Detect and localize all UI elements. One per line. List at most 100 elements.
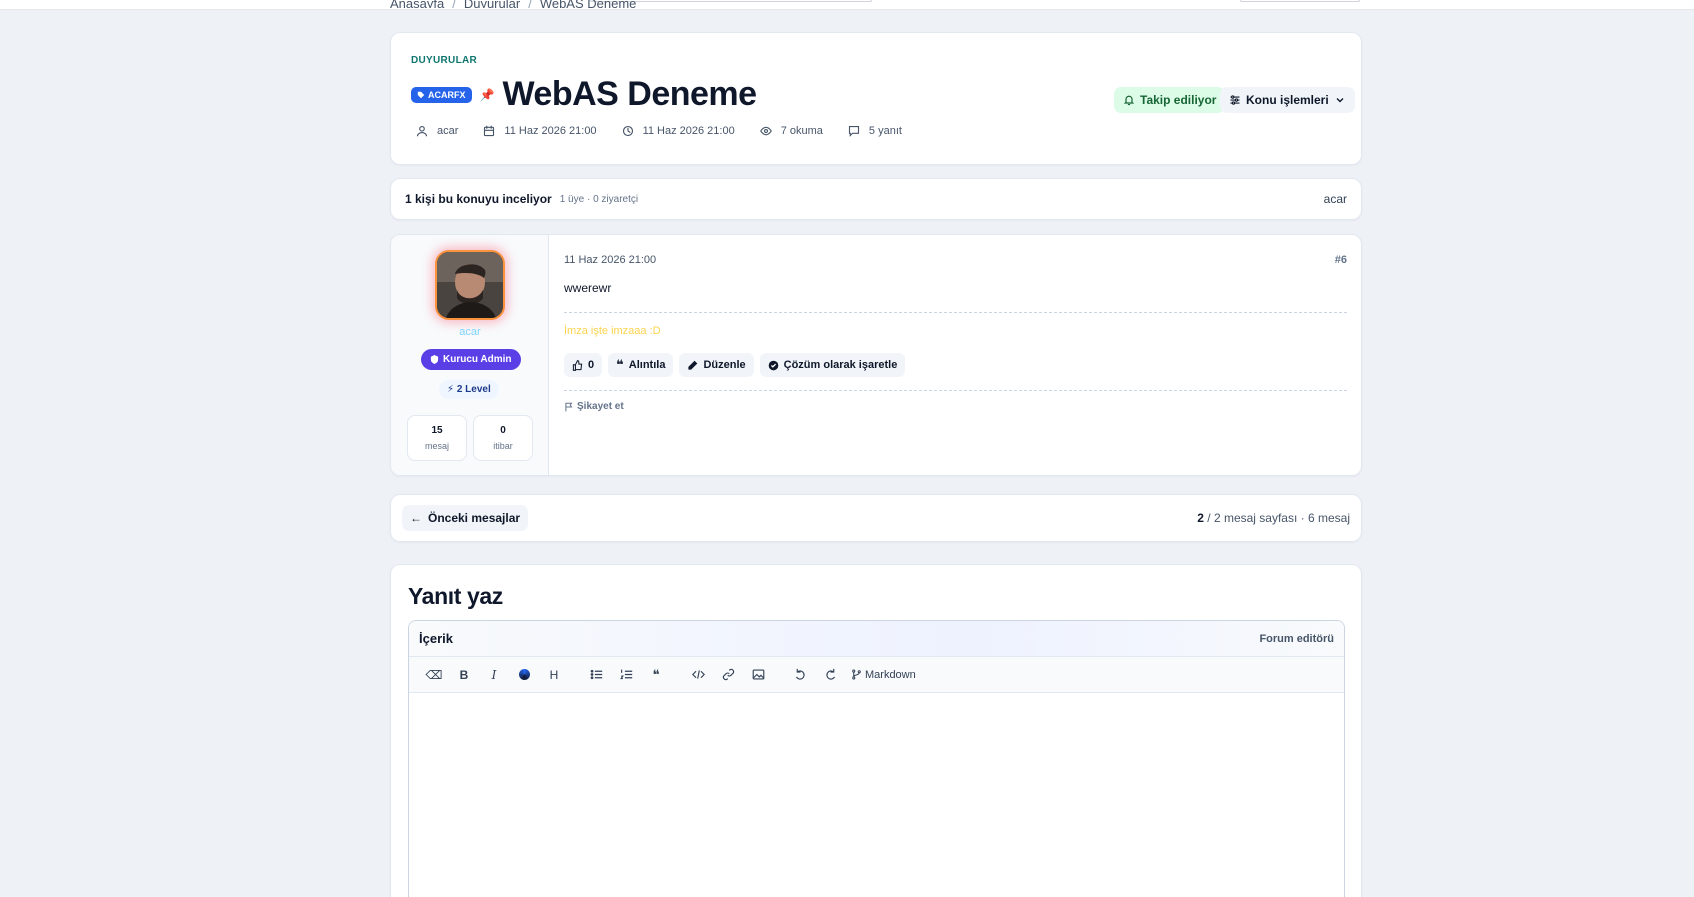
link-icon xyxy=(722,668,734,681)
flag-icon xyxy=(565,402,573,411)
italic-icon: I xyxy=(491,667,497,682)
breadcrumb-item[interactable]: Duyurular xyxy=(464,0,520,8)
editor-header: İçerik Forum editörü xyxy=(409,621,1344,657)
eraser-icon: ⌫ xyxy=(425,667,443,682)
check-circle-icon xyxy=(768,360,778,370)
color-button[interactable] xyxy=(509,663,539,687)
thumbs-up-icon xyxy=(572,359,583,371)
signature: İmza işte imzaaa :D xyxy=(564,325,661,337)
link-button[interactable] xyxy=(713,663,743,687)
thread-actions-button[interactable]: Konu işlemleri xyxy=(1220,87,1355,113)
reputation-count: 0 xyxy=(500,425,506,436)
quote-icon: ❝ xyxy=(652,666,660,682)
actions-label: Konu işlemleri xyxy=(1246,93,1329,107)
image-icon xyxy=(752,669,764,680)
breadcrumb-item[interactable]: Anasayfa xyxy=(390,0,444,8)
clear-format-button[interactable]: ⌫ xyxy=(419,663,449,687)
post: acar Kurucu Admin ⚡ 2 Level 15 mesaj 0 i… xyxy=(390,234,1362,476)
mark-solution-button[interactable]: Çözüm olarak işaretle xyxy=(759,353,906,377)
editor-brand: Forum editörü xyxy=(1259,632,1334,645)
heading-button[interactable]: H xyxy=(539,663,569,687)
pagination: ← Önceki mesajlar 2 / 2 mesaj sayfası · … xyxy=(390,494,1362,542)
author-name: acar xyxy=(437,125,459,137)
meta-updated: 11 Haz 2026 21:00 xyxy=(617,119,745,143)
category-label[interactable]: DUYURULAR xyxy=(411,55,477,66)
avatar[interactable] xyxy=(435,250,505,320)
edit-button[interactable]: Düzenle xyxy=(679,353,754,377)
viewers-count: 1 kişi bu konuyu inceliyor xyxy=(405,192,552,206)
edit-label: Düzenle xyxy=(703,359,746,371)
breadcrumb-item: WebAS Deneme xyxy=(539,0,637,8)
numbered-list-button[interactable] xyxy=(611,663,641,687)
follow-button[interactable]: Takip ediliyor xyxy=(1114,87,1226,113)
prefix-label: ACARFX xyxy=(428,89,466,100)
reply-heading: Yanıt yaz xyxy=(408,583,503,609)
meta-replies: 5 yanıt xyxy=(843,119,912,143)
like-count: 0 xyxy=(588,359,595,371)
calendar-icon xyxy=(484,125,495,137)
report-label: Şikayet et xyxy=(577,401,624,412)
viewers-breakdown: 1 üye · 0 ziyaretçi xyxy=(559,193,639,205)
user-icon xyxy=(416,125,428,137)
markdown-toggle[interactable]: Markdown xyxy=(851,669,916,681)
updated-date: 11 Haz 2026 21:00 xyxy=(642,125,735,137)
bold-icon: B xyxy=(459,667,469,682)
follow-label: Takip ediliyor xyxy=(1140,93,1217,107)
bold-button[interactable]: B xyxy=(449,663,479,687)
quote-label: Alıntıla xyxy=(628,359,666,371)
bell-icon xyxy=(1123,95,1135,106)
code-button[interactable] xyxy=(683,663,713,687)
level-badge: ⚡ 2 Level xyxy=(439,380,499,399)
breadcrumb-separator: / xyxy=(452,0,456,8)
heading-icon: H xyxy=(549,667,559,682)
editor-label: İçerik xyxy=(419,631,453,646)
author-username[interactable]: acar xyxy=(391,326,549,338)
pencil-icon xyxy=(688,360,698,370)
branch-icon xyxy=(852,669,861,680)
code-icon xyxy=(691,670,705,679)
editor-toolbar: ⌫ B I H ❝ Markdown xyxy=(409,657,1344,693)
image-button[interactable] xyxy=(743,663,773,687)
redo-button[interactable] xyxy=(815,663,845,687)
quote-button[interactable]: ❝ Alıntıla xyxy=(608,353,674,377)
arrow-left-icon: ← xyxy=(410,511,422,525)
reputation-label: itibar xyxy=(493,441,513,451)
viewer-name[interactable]: acar xyxy=(1324,192,1347,206)
previous-messages-button[interactable]: ← Önceki mesajlar xyxy=(402,505,529,531)
pin-icon: 📌 xyxy=(479,87,495,102)
like-button[interactable]: 0 xyxy=(564,353,603,377)
divider xyxy=(564,390,1347,391)
rank-label: Kurucu Admin xyxy=(443,354,512,365)
post-permalink[interactable]: #6 xyxy=(1335,254,1347,266)
ordered-list-icon xyxy=(619,669,632,680)
page-title: WebAS Deneme xyxy=(502,75,757,113)
solution-label: Çözüm olarak işaretle xyxy=(783,359,898,371)
meta-author[interactable]: acar xyxy=(411,119,468,143)
current-page: 2 xyxy=(1197,511,1204,525)
chevron-down-icon xyxy=(1336,98,1344,103)
post-date: 11 Haz 2026 21:00 xyxy=(564,254,657,266)
bullet-list-button[interactable] xyxy=(581,663,611,687)
tag-icon xyxy=(417,91,425,98)
meta-created: 11 Haz 2026 21:00 xyxy=(478,119,606,143)
page-info: 2 / 2 mesaj sayfası · 6 mesaj xyxy=(1197,511,1350,525)
breadcrumb: Anasayfa / Duyurular / WebAS Deneme xyxy=(390,0,636,8)
prefix-tag[interactable]: ACARFX xyxy=(411,86,472,103)
eye-icon xyxy=(759,126,772,136)
italic-button[interactable]: I xyxy=(479,663,509,687)
quote-icon: ❝ xyxy=(616,357,624,372)
blockquote-button[interactable]: ❝ xyxy=(641,663,671,687)
report-link[interactable]: Şikayet et xyxy=(564,401,624,412)
title-row: ACARFX 📌 WebAS Deneme xyxy=(411,75,757,114)
level-label: 2 Level xyxy=(456,384,491,395)
thread-meta: acar 11 Haz 2026 21:00 11 Haz 2026 21:00… xyxy=(411,119,912,143)
markdown-label: Markdown xyxy=(865,668,916,681)
created-date: 11 Haz 2026 21:00 xyxy=(504,125,597,137)
avatar-image xyxy=(437,252,503,318)
reply-section: Yanıt yaz İçerik Forum editörü ⌫ B I H ❝ xyxy=(390,564,1362,897)
editor-content-area[interactable] xyxy=(409,693,1344,897)
user-menu[interactable] xyxy=(1240,0,1360,2)
shield-icon xyxy=(430,355,439,364)
undo-button[interactable] xyxy=(785,663,815,687)
messages-count: 15 xyxy=(431,425,443,436)
